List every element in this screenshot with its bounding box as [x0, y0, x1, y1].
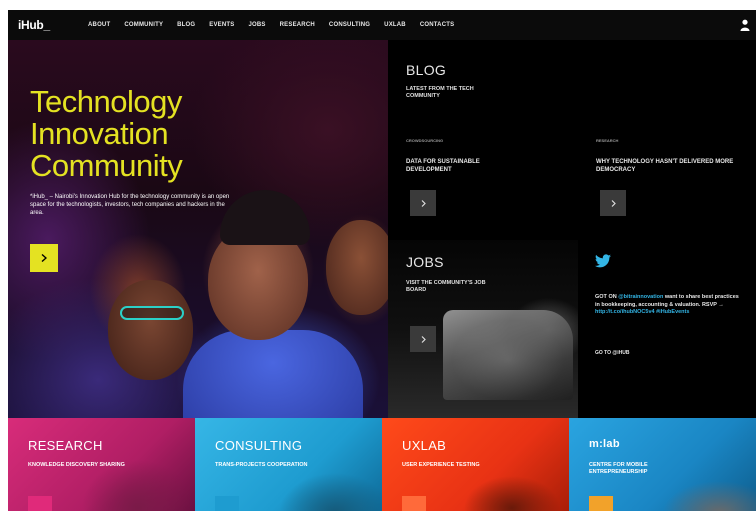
twitter-section: GOT ON @bitrainnovation want to share be… [578, 240, 756, 418]
jobs-photo [443, 310, 573, 400]
user-icon[interactable] [740, 19, 750, 31]
nav-item-uxlab[interactable]: UXLAB [384, 22, 406, 28]
page: iHub_ ABOUT COMMUNITY BLOG EVENTS JOBS R… [8, 10, 756, 511]
tweet-handle-link[interactable]: @bitrainnovation [618, 294, 663, 300]
hero-photo-person [326, 220, 388, 315]
hero-section: Technology Innovation Community *iHub_ –… [8, 40, 388, 418]
tile-title: CONSULTING [215, 438, 303, 453]
ihub-logo[interactable]: iHub_ [18, 18, 78, 32]
nav-item-contacts[interactable]: CONTACTS [420, 22, 455, 28]
hero-photo-shirt [183, 330, 363, 418]
post-category: CROWDSOURCING [406, 138, 444, 143]
jobs-section: JOBS VISIT THE COMMUNITY'S JOB BOARD [388, 240, 578, 418]
post-title[interactable]: DATA FOR SUSTAINABLE DEVELOPMENT [406, 158, 516, 174]
tile-subtitle: USER EXPERIENCE TESTING [402, 462, 480, 468]
tweet-hashtag-link[interactable]: #iHubEvents [655, 309, 689, 315]
tile-title: RESEARCH [28, 438, 103, 453]
nav-menu: ABOUT COMMUNITY BLOG EVENTS JOBS RESEARC… [88, 22, 454, 28]
tile-title: UXLAB [402, 438, 447, 453]
post-category: RESEARCH [596, 138, 619, 143]
hero-photo-glasses [120, 306, 184, 320]
chevron-right-icon [421, 335, 426, 343]
hero-title: Technology Innovation Community [30, 86, 330, 182]
post-title[interactable]: WHY TECHNOLOGY HASN'T DELIVERED MORE DEM… [596, 158, 746, 174]
chevron-right-icon [611, 199, 616, 207]
twitter-follow-link[interactable]: GO TO @iHUB [595, 350, 630, 356]
hero-description: *iHub_ – Nairobi's Innovation Hub for th… [30, 194, 230, 216]
uxlab-tile[interactable]: UXLAB USER EXPERIENCE TESTING [382, 418, 569, 511]
nav-item-blog[interactable]: BLOG [177, 22, 195, 28]
nav-item-jobs[interactable]: JOBS [249, 22, 266, 28]
hero-title-line: Technology [30, 84, 182, 119]
jobs-title[interactable]: JOBS [406, 254, 444, 270]
nav-item-events[interactable]: EVENTS [209, 22, 234, 28]
post-open-button[interactable] [600, 190, 626, 216]
tweet-prefix: GOT ON [595, 294, 619, 300]
jobs-open-button[interactable] [410, 326, 436, 352]
chevron-right-icon [421, 199, 426, 207]
hero-title-line: Community [30, 148, 183, 183]
consulting-tile[interactable]: CONSULTING TRANS-PROJECTS COOPERATION [195, 418, 382, 511]
nav-item-research[interactable]: RESEARCH [280, 22, 315, 28]
tile-open-button[interactable] [402, 496, 426, 511]
research-tile[interactable]: RESEARCH KNOWLEDGE DISCOVERY SHARING [8, 418, 195, 511]
tile-subtitle: KNOWLEDGE DISCOVERY SHARING [28, 462, 125, 468]
top-nav: iHub_ ABOUT COMMUNITY BLOG EVENTS JOBS R… [8, 10, 756, 40]
mlab-tile[interactable]: m:lab CENTRE FOR MOBILE ENTREPRENEURSHIP [569, 418, 756, 511]
tile-open-button[interactable] [589, 496, 613, 511]
blog-section: BLOG LATEST FROM THE TECH COMMUNITY CROW… [388, 40, 756, 240]
nav-item-about[interactable]: ABOUT [88, 22, 110, 28]
jobs-subtitle: VISIT THE COMMUNITY'S JOB BOARD [406, 280, 486, 293]
tile-open-button[interactable] [28, 496, 52, 511]
chevron-right-icon [41, 254, 47, 262]
twitter-icon[interactable] [595, 254, 611, 268]
tweet-url-link[interactable]: http://t.co/ihubNOC5v4 [595, 309, 655, 315]
nav-item-community[interactable]: COMMUNITY [124, 22, 163, 28]
blog-title[interactable]: BLOG [406, 62, 446, 78]
tweet-text: GOT ON @bitrainnovation want to share be… [595, 294, 745, 317]
tile-subtitle: TRANS-PROJECTS COOPERATION [215, 462, 308, 468]
tile-open-button[interactable] [215, 496, 239, 511]
hero-more-button[interactable] [30, 244, 58, 272]
hero-photo-person [108, 280, 193, 380]
blog-subtitle: LATEST FROM THE TECH COMMUNITY [406, 86, 474, 99]
nav-item-consulting[interactable]: CONSULTING [329, 22, 370, 28]
post-open-button[interactable] [410, 190, 436, 216]
tile-title: m:lab [589, 438, 620, 450]
hero-title-line: Innovation [30, 116, 169, 151]
tile-subtitle: CENTRE FOR MOBILE ENTREPRENEURSHIP [589, 462, 648, 475]
